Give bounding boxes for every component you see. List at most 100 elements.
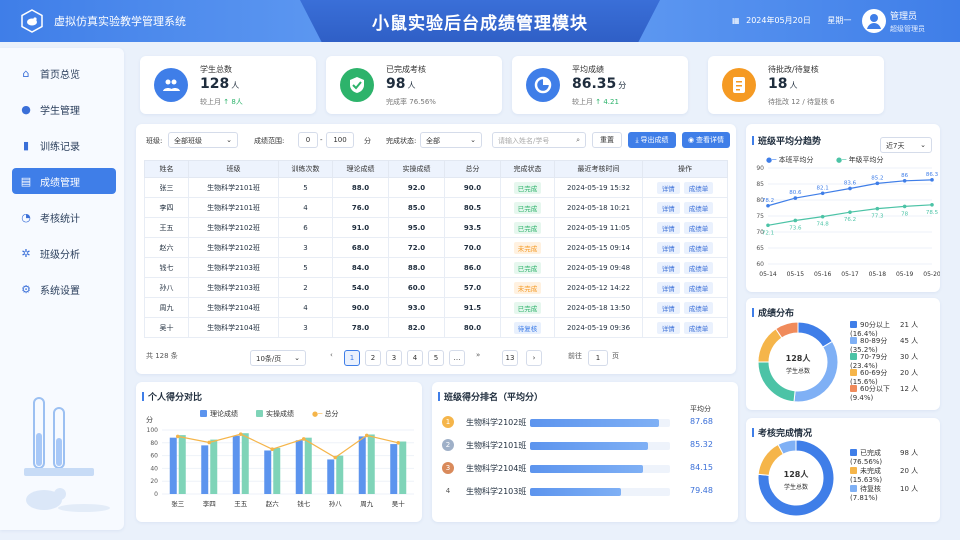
x-tick-label: 吴十 [392, 499, 406, 508]
cell-name: 孙八 [144, 277, 189, 298]
detail-link[interactable]: 详情 [656, 261, 680, 274]
grade-sheet-link[interactable]: 成绩单 [683, 281, 714, 294]
class-select[interactable]: 全部班级 ⌄ [168, 132, 238, 148]
page-button[interactable]: 1 [344, 350, 360, 366]
x-tick-label: 05-17 [841, 271, 859, 278]
detail-link[interactable]: 详情 [656, 201, 680, 214]
detail-link[interactable]: 详情 [656, 221, 680, 234]
page-size-select[interactable]: 10条/页 ⌄ [250, 350, 306, 366]
page-button[interactable]: 5 [428, 350, 444, 366]
value-header: 平均分 [690, 405, 711, 413]
legend-label: 70-79分 [860, 353, 888, 361]
cell-time: 2024-05-18 10:21 [554, 197, 643, 218]
trend-point [793, 218, 798, 223]
page-button[interactable]: 2 [365, 350, 381, 366]
cell-class: 生物科学2103班 [188, 257, 279, 278]
page-button[interactable]: 13 [502, 350, 518, 366]
weekday-text: 星期一 [827, 16, 852, 25]
detail-link[interactable]: 详情 [656, 241, 680, 254]
grade-sheet-link[interactable]: 成绩单 [683, 321, 714, 334]
fast-forward-icon[interactable]: » [476, 351, 480, 359]
x-tick-label: 钱七 [297, 499, 311, 508]
table-row: 周九 生物科学2104班 4 90.0 93.0 91.5 已完成 2024-05-18 13… [144, 297, 728, 318]
cell-class: 生物科学2104班 [188, 297, 279, 318]
rank-class-name: 生物科学2103班 [466, 487, 527, 496]
sidebar-item-settings[interactable]: ⚙ 系统设置 [12, 276, 116, 302]
cell-count: 5 [278, 257, 333, 278]
next-page-button[interactable]: › [526, 350, 542, 366]
grade-sheet-link[interactable]: 成绩单 [683, 221, 714, 234]
y-tick-label: 0 [154, 491, 158, 498]
bar-theory [390, 444, 398, 494]
page-ellipsis[interactable]: … [449, 350, 465, 366]
rank-number: 4 [445, 487, 451, 495]
page-button[interactable]: 3 [386, 350, 402, 366]
sidebar-item-stats[interactable]: ◔ 考核统计 [12, 204, 116, 230]
grade-sheet-link[interactable]: 成绩单 [683, 201, 714, 214]
grade-sheet-link[interactable]: 成绩单 [683, 261, 714, 274]
search-input[interactable]: 请输入姓名/学号 ⌕ [492, 132, 586, 148]
range-max-input[interactable]: 100 [326, 132, 354, 148]
legend-count: 21 人 [900, 321, 919, 329]
kpi-card-average: 平均成绩 86.35 分 较上月 ↑ 4.21 [512, 56, 688, 114]
cell-class: 生物科学2101班 [188, 197, 279, 218]
bar-theory [169, 437, 177, 494]
goto-page-input[interactable]: 1 [588, 350, 608, 366]
cell-practice: 88.0 [388, 257, 445, 278]
y-tick-label: 75 [756, 213, 764, 220]
prev-page-icon[interactable]: ‹ [330, 351, 333, 359]
rank-bar [530, 465, 643, 473]
cell-actions: 详情 成绩单 [642, 237, 728, 258]
admin-name[interactable]: 管理员 [890, 9, 917, 22]
cell-actions: 详情 成绩单 [642, 317, 728, 338]
x-tick-label: 周九 [360, 499, 374, 508]
bar-theory [295, 440, 303, 494]
sidebar-item-class-analysis[interactable]: ✲ 班级分析 [12, 240, 116, 266]
cell-total: 80.5 [444, 197, 501, 218]
status-select[interactable]: 全部 ⌄ [420, 132, 482, 148]
cell-theory: 88.0 [332, 177, 389, 198]
bar-practice [336, 455, 344, 494]
table-header-row: 姓名 班级 训练次数 理论成绩 实操成绩 总分 完成状态 最近考核时间 操作 [144, 160, 728, 178]
sidebar-item-grades[interactable]: ▤ 成绩管理 [12, 168, 116, 194]
page-button[interactable]: 4 [407, 350, 423, 366]
sidebar-item-home[interactable]: ⌂ 首页总览 [12, 60, 116, 86]
export-button[interactable]: ⤓ 导出成绩 [628, 132, 676, 148]
chevron-down-icon: ⌄ [294, 354, 300, 362]
legend-count: 20 人 [900, 369, 919, 377]
chart-icon [526, 68, 560, 102]
y-tick-label: 65 [756, 245, 764, 252]
detail-link[interactable]: 详情 [656, 281, 680, 294]
grade-sheet-link[interactable]: 成绩单 [683, 241, 714, 254]
total-point [238, 432, 243, 436]
grade-sheet-link[interactable]: 成绩单 [683, 181, 714, 194]
range-min-input[interactable]: 0 [298, 132, 318, 148]
avatar[interactable] [862, 9, 886, 33]
grade-sheet-link[interactable]: 成绩单 [683, 301, 714, 314]
kpi-sub: 完成率 76.56% [386, 98, 436, 106]
cell-count: 6 [278, 217, 333, 238]
sidebar-item-label: 考核统计 [40, 213, 80, 225]
detail-link[interactable]: 详情 [656, 181, 680, 194]
class-filter-label: 班级: [146, 137, 163, 145]
period-select[interactable]: 近7天 ⌄ [880, 137, 932, 153]
x-tick-label: 05-15 [787, 271, 805, 278]
sidebar-item-training[interactable]: ▮ 训练记录 [12, 132, 116, 158]
total-point [270, 447, 275, 451]
kpi-label: 学生总数 [200, 65, 232, 74]
detail-link[interactable]: 详情 [656, 321, 680, 334]
detail-link[interactable]: 详情 [656, 301, 680, 314]
cell-total: 93.5 [444, 217, 501, 238]
reset-button[interactable]: 重置 [592, 132, 622, 148]
trend-point [875, 181, 880, 186]
view-detail-button[interactable]: ◉ 查看详情 [682, 132, 730, 148]
sidebar-item-students[interactable]: ● 学生管理 [12, 96, 116, 122]
x-tick-label: 05-16 [814, 271, 832, 278]
y-tick-label: 60 [756, 261, 764, 268]
legend-percent: (7.81%) [850, 494, 878, 502]
trend-panel: 班级平均分趋势 近7天 ⌄ ●─ 本班平均分 ●─ 年级平均分 60 65 70 75 8… [746, 124, 940, 292]
distribution-panel: 成绩分布 128人 学生总数 90分以上 21 人(16.4%) 80-89分 45 … [746, 298, 940, 410]
rank-value: 79.48 [690, 486, 713, 495]
trend-point [848, 210, 852, 214]
status-badge: 已完成 [513, 301, 542, 314]
